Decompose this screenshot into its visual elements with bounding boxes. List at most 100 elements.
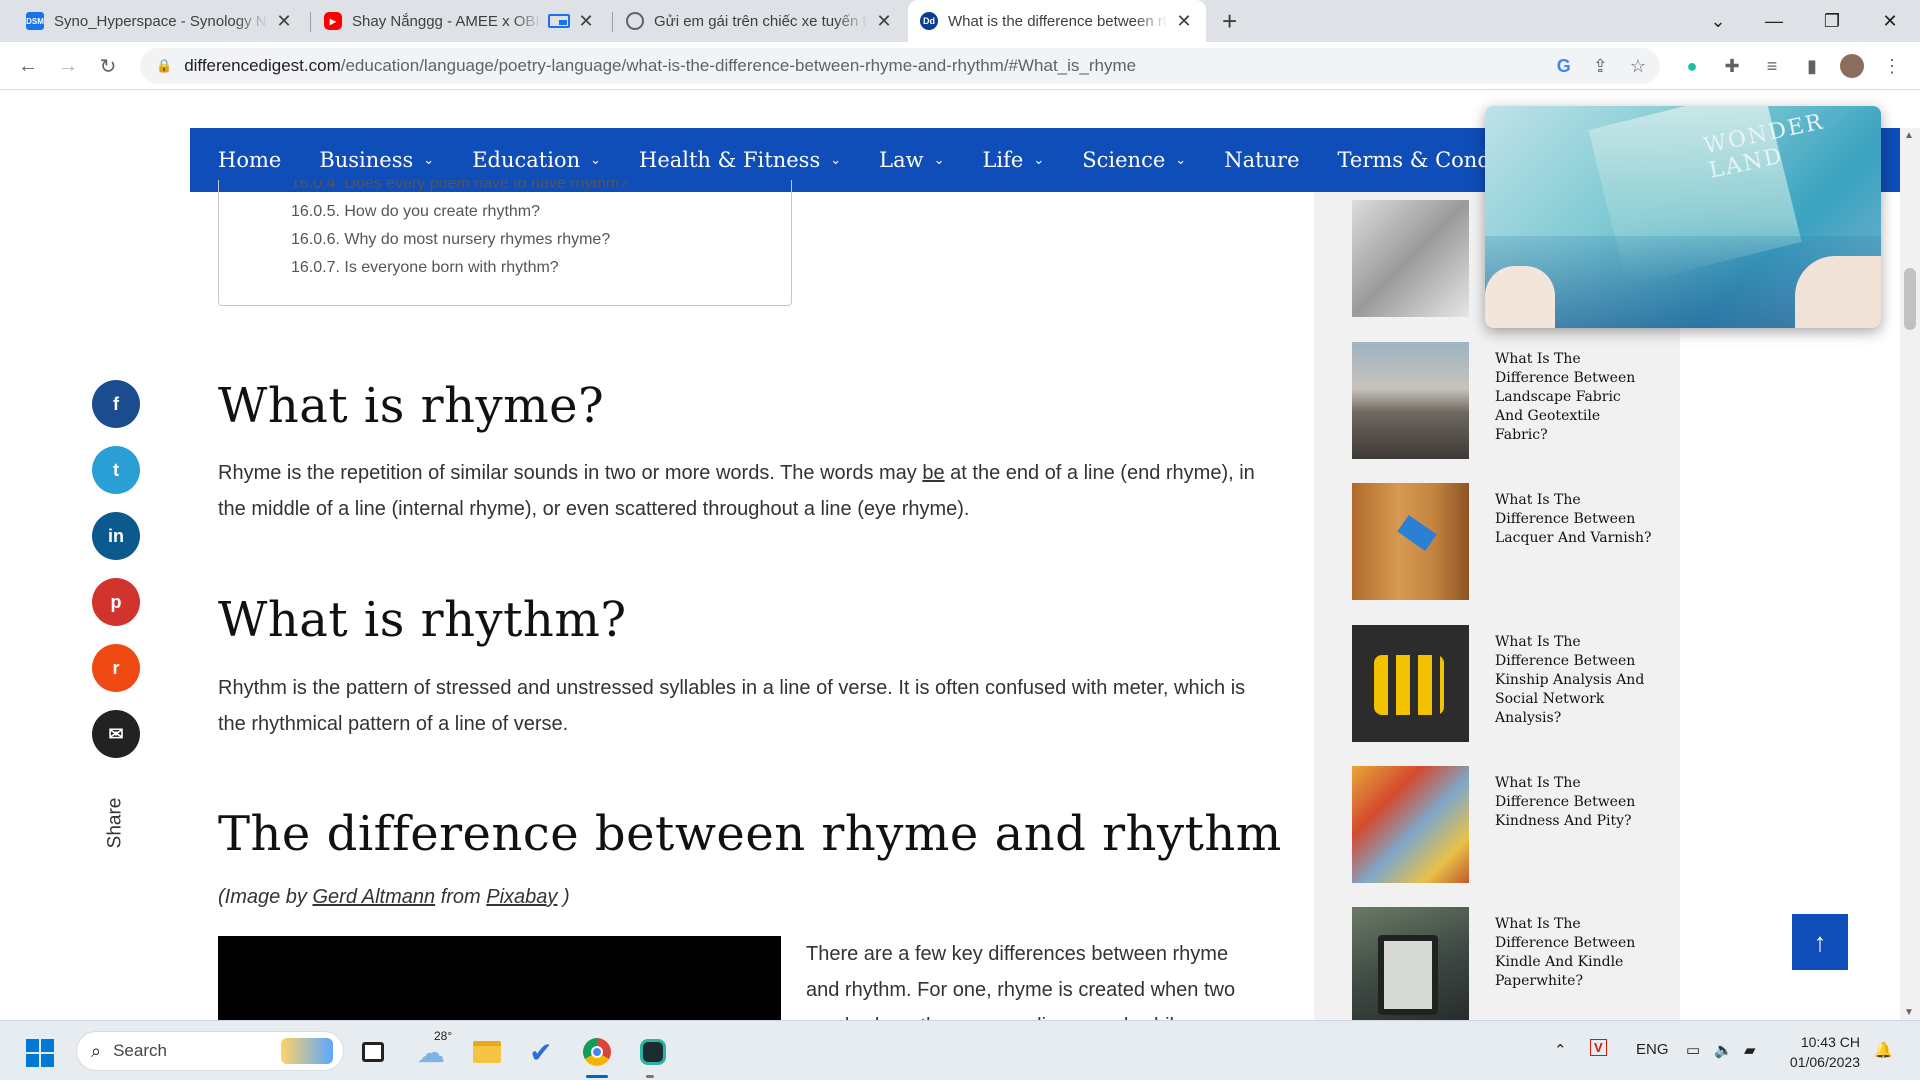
toc-item[interactable]: 16.0.7. Is everyone born with rhythm? (291, 254, 791, 282)
close-icon[interactable]: ✕ (274, 11, 294, 32)
dsm-icon: DSM (26, 12, 44, 30)
system-clock[interactable]: 10:43 CH 01/06/2023 (1782, 1032, 1860, 1072)
article-image (218, 936, 781, 1020)
nav-education[interactable]: Education ⌄ (472, 148, 601, 172)
reddit-share-icon[interactable]: r (92, 644, 140, 692)
battery-icon[interactable]: ▰ (1744, 1041, 1756, 1059)
twitter-share-icon[interactable]: t (92, 446, 140, 494)
minimize-button[interactable]: — (1746, 0, 1802, 42)
weather-temp: 28° (434, 1029, 453, 1043)
pinterest-share-icon[interactable]: p (92, 578, 140, 626)
show-hidden-icons-chevron-icon[interactable]: ⌃ (1554, 1041, 1567, 1059)
weather-widget[interactable]: ☁ 28° (414, 1029, 452, 1069)
close-icon[interactable]: ✕ (576, 11, 596, 32)
toc-item[interactable]: 16.0.6. Why do most nursery rhymes rhyme… (291, 226, 791, 254)
nav-nature[interactable]: Nature (1224, 148, 1299, 172)
related-post-title[interactable]: What Is The Difference Between Kindness … (1495, 774, 1652, 883)
scrollbar-thumb[interactable] (1904, 268, 1916, 330)
inline-link[interactable]: be (922, 462, 944, 484)
profile-avatar[interactable] (1840, 54, 1864, 78)
related-post[interactable]: What Is The Difference Between Lacquer A… (1352, 483, 1652, 600)
google-lens-icon[interactable]: G (1557, 56, 1571, 77)
scroll-down-arrow-icon[interactable]: ▼ (1904, 1007, 1914, 1018)
clock-time: 10:43 CH (1800, 1034, 1860, 1050)
toc-item[interactable]: 16.0.5. How do you create rhythm? (291, 198, 791, 226)
close-icon[interactable]: ✕ (874, 11, 894, 32)
related-post-title[interactable]: What Is The Difference Between Kindle An… (1495, 915, 1652, 1024)
volume-icon[interactable]: 🔈 (1714, 1041, 1733, 1059)
address-bar[interactable]: 🔒 differencedigest.com/education/languag… (140, 48, 1660, 84)
chevron-down-icon: ⌄ (423, 152, 435, 168)
todo-check-icon[interactable]: ✔ (524, 1035, 558, 1069)
paragraph-rhythm: Rhythm is the pattern of stressed and un… (218, 677, 1246, 735)
heading-what-is-rhythm: What is rhythm? (218, 592, 627, 648)
media-queue-icon[interactable]: ≡ (1760, 54, 1784, 78)
related-post-title[interactable]: What Is The Difference Between Kinship A… (1495, 633, 1652, 742)
reload-button[interactable]: ↻ (94, 52, 122, 80)
nav-business[interactable]: Business ⌄ (319, 148, 434, 172)
forward-button[interactable]: → (54, 52, 82, 80)
share-bar: f t in p r ✉ (92, 380, 142, 776)
side-panel-icon[interactable]: ▮ (1800, 54, 1824, 78)
caption-source-link[interactable]: Pixabay (486, 886, 557, 908)
related-post-title[interactable]: What Is The Difference Between Lacquer A… (1495, 491, 1652, 600)
start-button[interactable] (26, 1039, 54, 1067)
restore-button[interactable]: ❐ (1804, 0, 1860, 42)
omnibox-actions: G ⇪ ☆ (1557, 48, 1646, 84)
nav-law[interactable]: Law ⌄ (879, 148, 944, 172)
page-scrollbar[interactable]: ▲ ▼ (1900, 128, 1920, 1020)
notification-bell-icon[interactable]: 🔔 (1874, 1041, 1893, 1059)
pip-hand-left (1485, 266, 1555, 328)
related-post[interactable]: What Is The Difference Between Kindness … (1352, 766, 1652, 883)
language-indicator[interactable]: ENG (1636, 1041, 1669, 1058)
file-explorer-icon[interactable] (470, 1035, 504, 1069)
chevron-down-icon: ⌄ (830, 152, 842, 168)
linkedin-share-icon[interactable]: in (92, 512, 140, 560)
extensions-puzzle-icon[interactable]: ✚ (1720, 54, 1744, 78)
tab-youtube[interactable]: ▶ Shay Nắnggg - AMEE x OBITO ✕ (312, 0, 608, 42)
back-to-top-button[interactable]: ↑ (1792, 914, 1848, 970)
nav-life[interactable]: Life ⌄ (982, 148, 1044, 172)
tab-search-chevron-icon[interactable]: ⌄ (1690, 0, 1746, 42)
heading-difference: The difference between rhyme and rhythm (218, 806, 1282, 862)
scroll-up-arrow-icon[interactable]: ▲ (1904, 130, 1914, 141)
bookmark-star-icon[interactable]: ☆ (1630, 56, 1646, 77)
tab-separator (310, 12, 311, 32)
nav-label: Nature (1224, 148, 1300, 172)
nav-science[interactable]: Science ⌄ (1082, 148, 1186, 172)
tab-synology[interactable]: DSM Syno_Hyperspace - Synology NAS ✕ (14, 0, 306, 42)
related-post[interactable]: What Is The Difference Between Kindle An… (1352, 907, 1652, 1024)
related-post[interactable]: What Is The Difference Between Kinship A… (1352, 625, 1652, 742)
nav-health-fitness[interactable]: Health & Fitness ⌄ (639, 148, 841, 172)
new-tab-button[interactable]: + (1222, 6, 1237, 37)
close-icon[interactable]: ✕ (1174, 11, 1194, 32)
task-view-icon[interactable] (356, 1035, 390, 1069)
taskbar-search[interactable]: ⌕ Search (76, 1031, 344, 1071)
kindness-thumb (1352, 766, 1469, 883)
paintbrush-icon (1397, 515, 1437, 551)
antivirus-v-icon[interactable]: V (1590, 1039, 1607, 1056)
picture-in-picture-video[interactable]: WONDER LAND (1485, 106, 1881, 328)
back-button[interactable]: ← (14, 52, 42, 80)
nav-label: Health & Fitness (639, 148, 821, 172)
tab-globe-page[interactable]: Gửi em gái trên chiếc xe tuyến trên ✕ (614, 0, 906, 42)
toc-item[interactable]: 16.0.4. Does every poem have to have rhy… (291, 180, 791, 198)
email-share-icon[interactable]: ✉ (92, 710, 140, 758)
lock-icon[interactable]: 🔒 (156, 58, 172, 74)
related-post-title[interactable]: What Is The Difference Between Landscape… (1495, 350, 1652, 459)
nav-home[interactable]: Home (218, 148, 281, 172)
caption-author-link[interactable]: Gerd Altmann (312, 886, 435, 908)
menu-kebab-icon[interactable]: ⋮ (1880, 54, 1904, 78)
chrome-icon[interactable] (580, 1035, 614, 1069)
share-page-icon[interactable]: ⇪ (1593, 56, 1608, 77)
app-icon[interactable] (636, 1035, 670, 1069)
close-window-button[interactable]: ✕ (1862, 0, 1918, 42)
network-icon[interactable]: ▭ (1686, 1041, 1700, 1059)
related-post[interactable]: What Is The Difference Between Landscape… (1352, 342, 1652, 459)
facebook-share-icon[interactable]: f (92, 380, 140, 428)
active-app-indicator (586, 1075, 608, 1078)
chevron-down-icon: ⌄ (1033, 152, 1045, 168)
lacquer-thumb (1352, 483, 1469, 600)
grammarly-icon[interactable]: ● (1680, 54, 1704, 78)
tab-differencedigest[interactable]: Dd What is the difference between rhyme … (908, 0, 1206, 42)
